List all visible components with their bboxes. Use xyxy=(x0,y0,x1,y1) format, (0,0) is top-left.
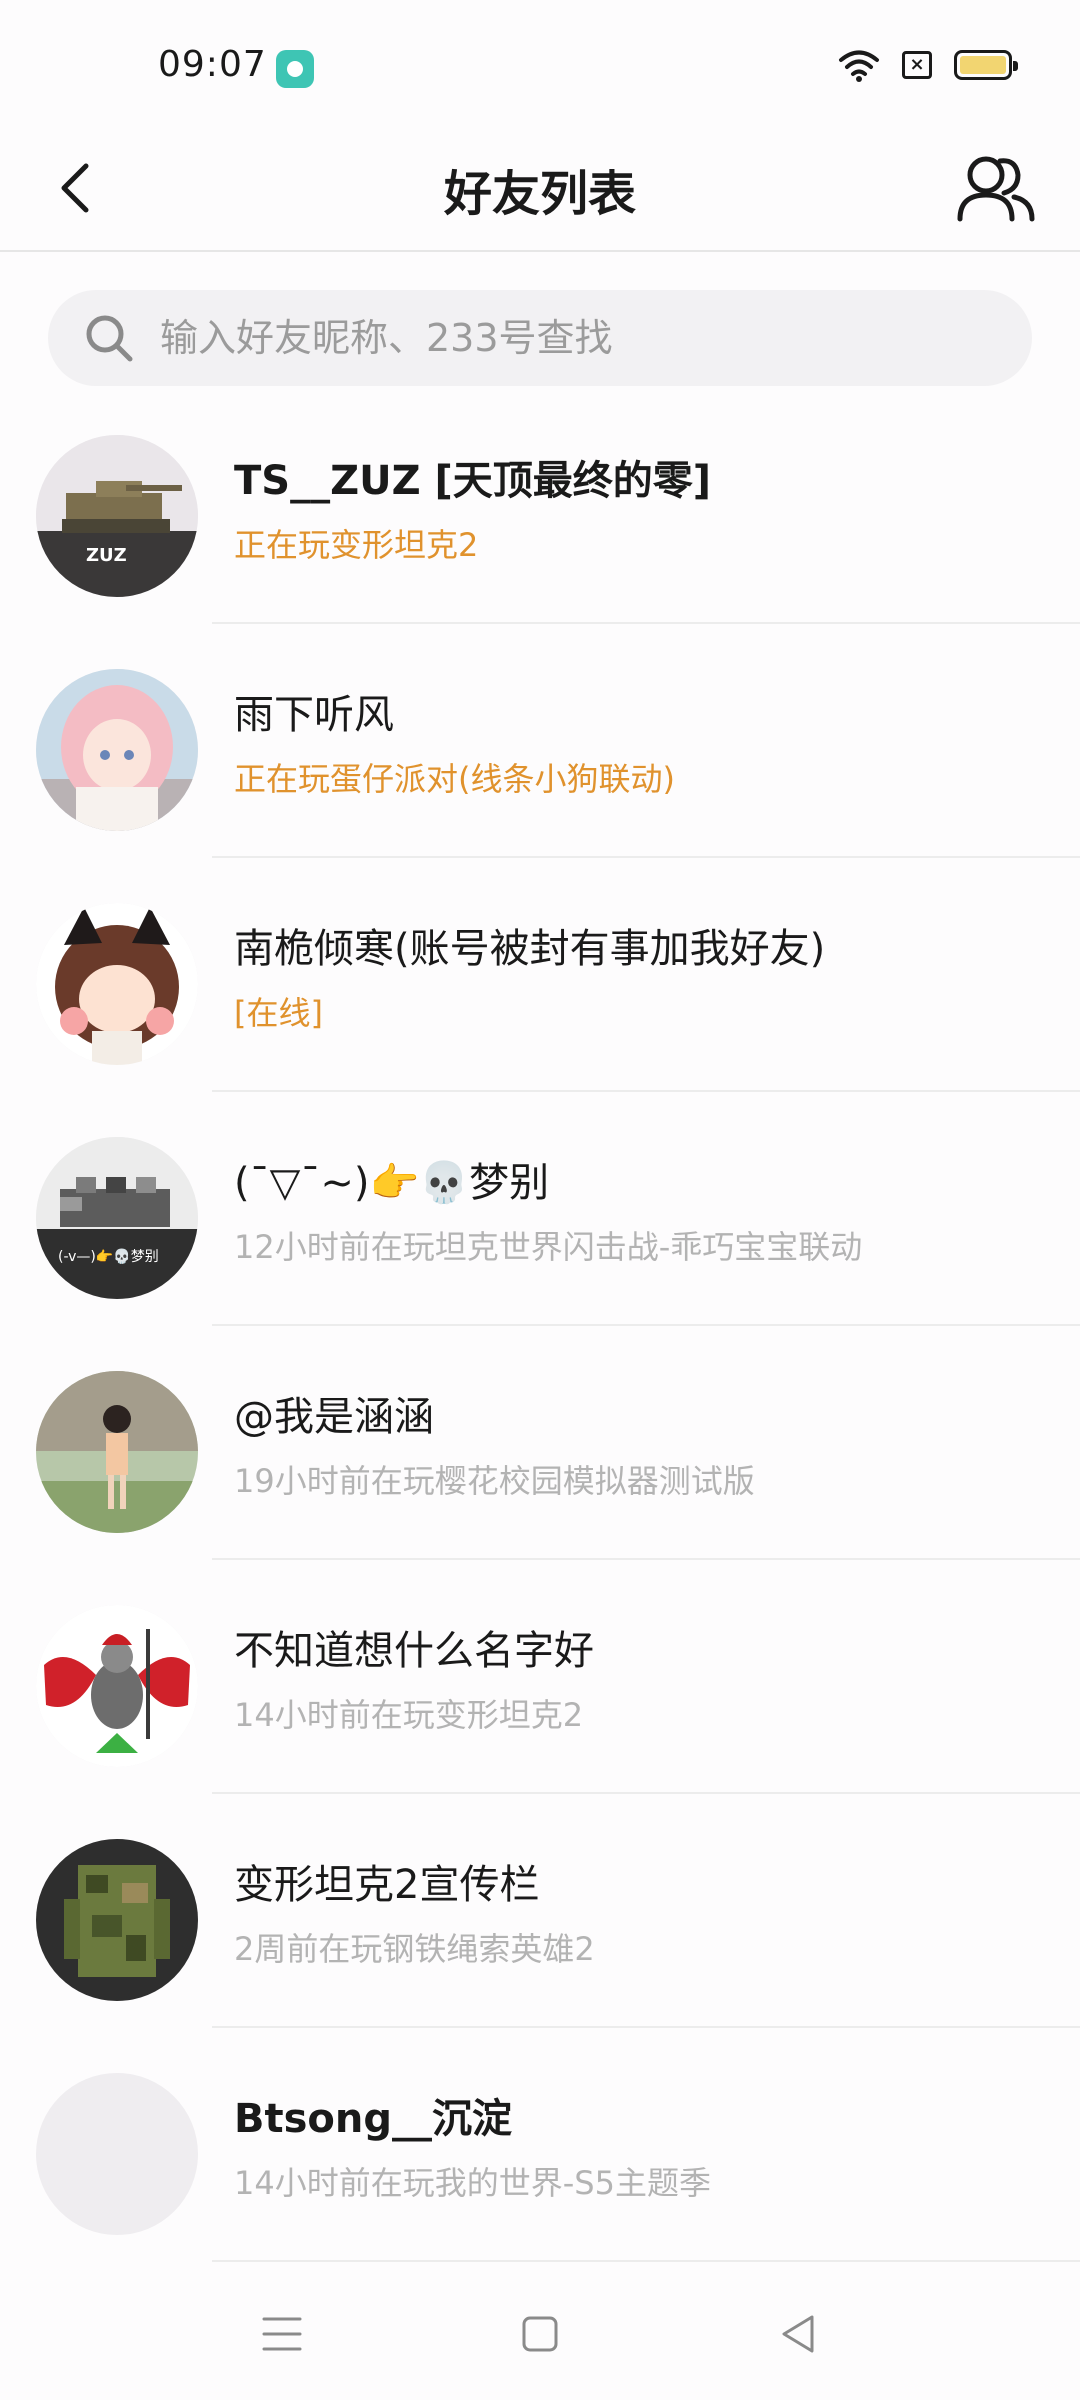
status-bar: 09:07 × xyxy=(0,0,1080,130)
friend-status: 正在玩变形坦克2 xyxy=(234,526,479,564)
friend-status: 12小时前在玩坦克世界闪击战-乖巧宝宝联动 xyxy=(234,1228,863,1266)
friend-name: 变形坦克2宣传栏 xyxy=(234,1862,540,1908)
home-square-icon xyxy=(522,2316,558,2352)
friend-status: [在线] xyxy=(234,994,323,1032)
search-icon xyxy=(86,315,133,362)
friend-name: 雨下听风 xyxy=(234,692,394,738)
friend-name: 不知道想什么名字好 xyxy=(234,1628,594,1674)
back-nav-button[interactable] xyxy=(758,2294,838,2374)
avatar xyxy=(36,1605,198,1767)
tank-avatar-image: ZUZ xyxy=(36,435,198,597)
friend-status: 19小时前在玩樱花校园模拟器测试版 xyxy=(234,1462,755,1500)
friend-status: 14小时前在玩变形坦克2 xyxy=(234,1696,584,1734)
avatar xyxy=(36,2073,198,2235)
avatar xyxy=(36,1371,198,1533)
home-button[interactable] xyxy=(500,2294,580,2374)
friend-status: 14小时前在玩我的世界-S5主题季 xyxy=(234,2164,711,2202)
friend-name: (¯▽¯~)👉💀梦别 xyxy=(234,1160,550,1206)
page-title: 好友列表 xyxy=(443,166,636,222)
friend-row[interactable]: 南桅倾寒(账号被封有事加我好友) [在线] xyxy=(0,858,1080,1092)
friend-name: Btsong__沉淀 xyxy=(234,2096,513,2142)
friend-row[interactable]: 不知道想什么名字好 14小时前在玩变形坦克2 xyxy=(0,1560,1080,1794)
avatar xyxy=(36,669,198,831)
menu-button[interactable] xyxy=(242,2294,322,2374)
friend-row[interactable]: @我是涵涵 19小时前在玩樱花校园模拟器测试版 xyxy=(0,1326,1080,1560)
status-time: 09:07 xyxy=(158,44,267,85)
avatar xyxy=(36,1839,198,2001)
back-triangle-icon xyxy=(782,2315,814,2353)
friend-row[interactable]: 变形坦克2宣传栏 2周前在玩钢铁绳索英雄2 xyxy=(0,1794,1080,2028)
avatar xyxy=(36,903,198,1065)
search-input[interactable] xyxy=(160,316,960,360)
system-nav-bar xyxy=(0,2260,1080,2400)
people-icon xyxy=(957,156,1035,222)
header: 好友列表 xyxy=(0,130,1080,252)
pixel-tank-avatar-image: (-v—)👉💀梦别 xyxy=(36,1137,198,1299)
avatar: (-v—)👉💀梦别 xyxy=(36,1137,198,1299)
friend-status: 正在玩蛋仔派对(线条小狗联动) xyxy=(234,760,675,798)
school-girl-avatar-image xyxy=(36,1371,198,1533)
search-bar[interactable] xyxy=(48,290,1032,386)
friend-row[interactable]: (-v—)👉💀梦别 (¯▽¯~)👉💀梦别 12小时前在玩坦克世界闪击战-乖巧宝宝… xyxy=(0,1092,1080,1326)
menu-icon xyxy=(262,2317,302,2351)
camo-robot-avatar-image xyxy=(36,1839,198,2001)
friend-name: TS__ZUZ [天顶最终的零] xyxy=(234,458,712,504)
battery-icon xyxy=(954,50,1018,80)
anime-girl-avatar-image xyxy=(36,669,198,831)
avatar: ZUZ xyxy=(36,435,198,597)
friend-name: @我是涵涵 xyxy=(234,1394,434,1440)
contacts-button[interactable] xyxy=(952,144,1040,232)
friend-row[interactable]: 雨下听风 正在玩蛋仔派对(线条小狗联动) xyxy=(0,624,1080,858)
app-notification-icon xyxy=(276,50,314,88)
avatar-tank-label: ZUZ xyxy=(86,545,127,566)
friend-row[interactable]: ZUZ TS__ZUZ [天顶最终的零] 正在玩变形坦克2 xyxy=(0,390,1080,624)
avatar-caption: (-v—)👉💀梦别 xyxy=(58,1248,159,1265)
cat-girl-avatar-image xyxy=(36,903,198,1065)
friend-status: 2周前在玩钢铁绳索英雄2 xyxy=(234,1930,595,1968)
spartan-avatar-image xyxy=(36,1605,198,1767)
friend-name: 南桅倾寒(账号被封有事加我好友) xyxy=(234,926,826,972)
friend-row[interactable]: Btsong__沉淀 14小时前在玩我的世界-S5主题季 xyxy=(0,2028,1080,2262)
wifi-icon xyxy=(839,50,879,82)
status-icons: × xyxy=(838,48,1018,82)
friend-list: ZUZ TS__ZUZ [天顶最终的零] 正在玩变形坦克2 雨下听风 正在玩蛋仔… xyxy=(0,390,1080,2262)
sim-card-icon: × xyxy=(902,51,932,79)
